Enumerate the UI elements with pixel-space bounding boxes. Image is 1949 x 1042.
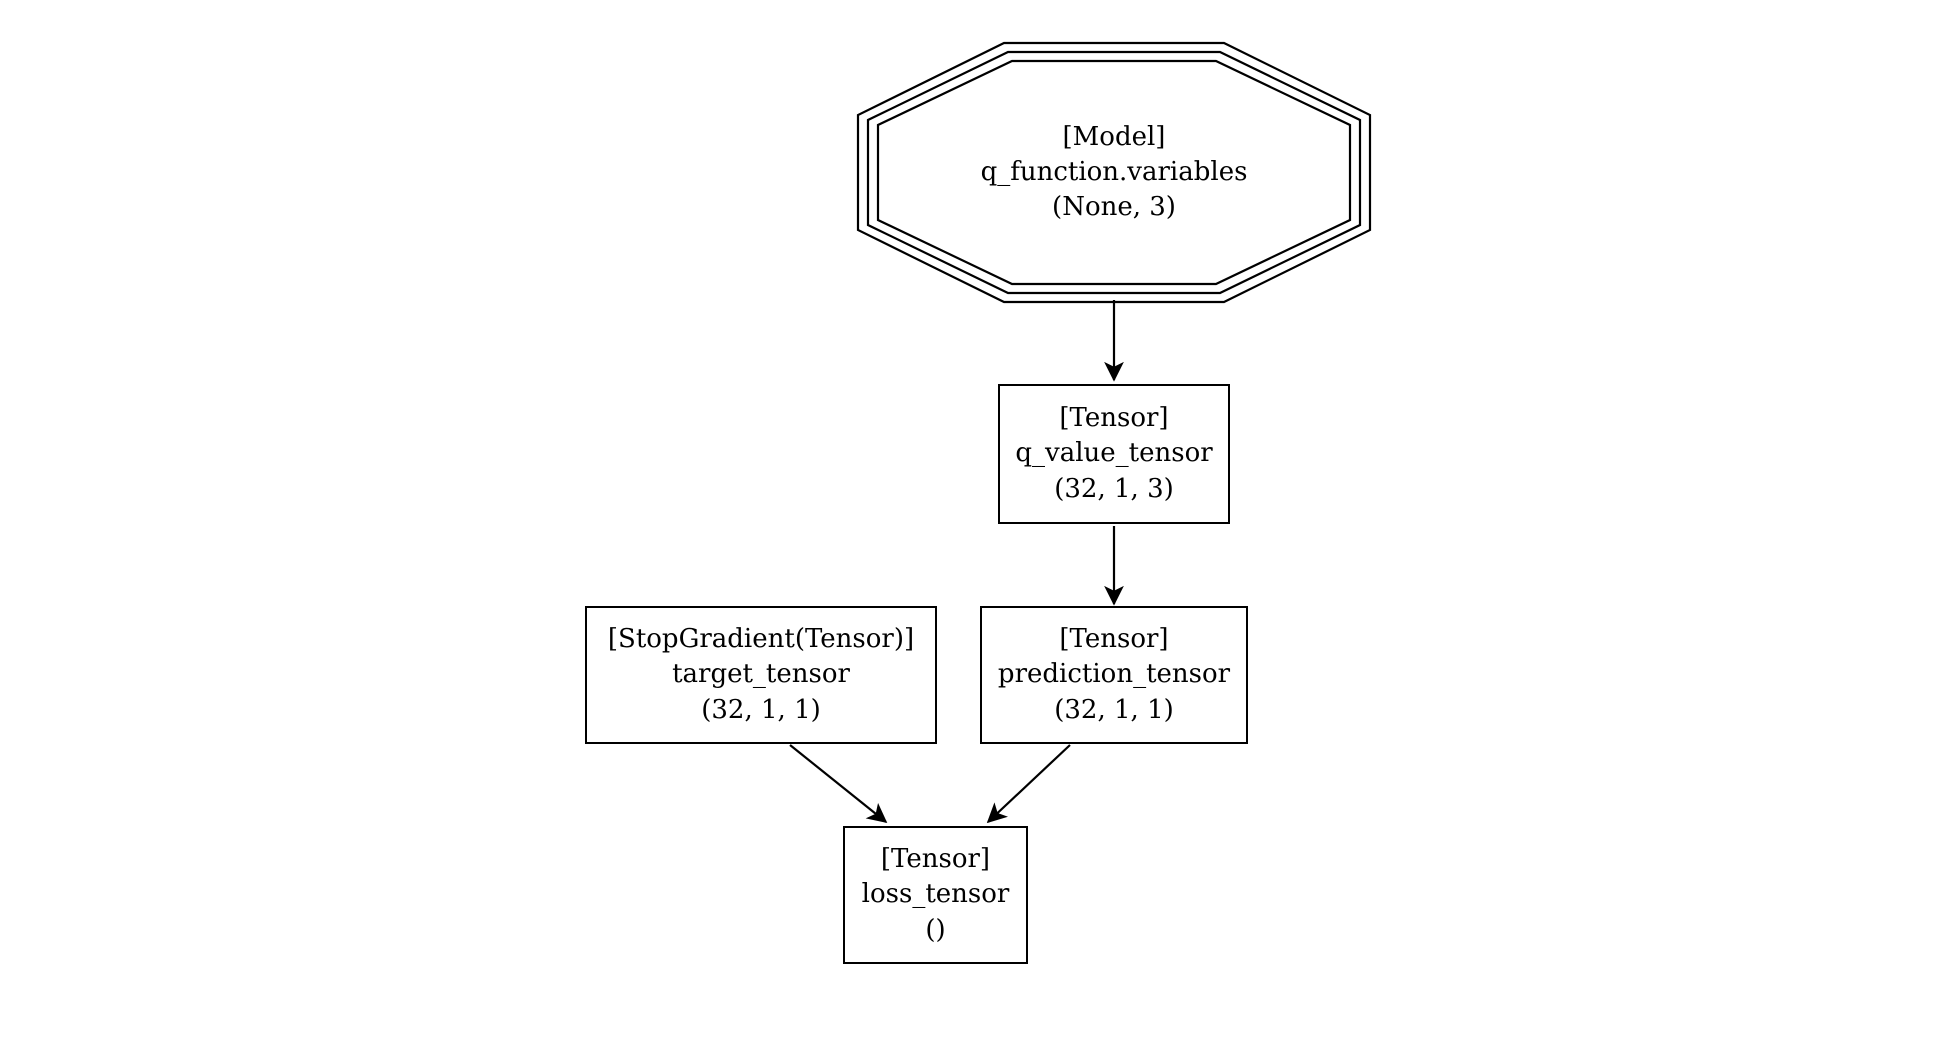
node-model-name: q_function.variables — [981, 155, 1248, 190]
node-loss-name: loss_tensor — [862, 877, 1010, 912]
node-target-shape: (32, 1, 1) — [701, 693, 821, 728]
node-target-kind: [StopGradient(Tensor)] — [608, 622, 914, 657]
node-prediction-kind: [Tensor] — [1059, 622, 1168, 657]
node-target: [StopGradient(Tensor)] target_tensor (32… — [585, 606, 937, 744]
node-q-value: [Tensor] q_value_tensor (32, 1, 3) — [998, 384, 1230, 524]
node-loss-shape: () — [925, 913, 945, 948]
node-model-label: [Model] q_function.variables (None, 3) — [854, 40, 1374, 305]
diagram-canvas: [Model] q_function.variables (None, 3) [… — [0, 0, 1949, 1042]
node-q-value-shape: (32, 1, 3) — [1054, 472, 1174, 507]
node-target-name: target_tensor — [672, 657, 850, 692]
node-prediction: [Tensor] prediction_tensor (32, 1, 1) — [980, 606, 1248, 744]
node-model-kind: [Model] — [1063, 120, 1166, 155]
node-prediction-name: prediction_tensor — [998, 657, 1230, 692]
node-q-value-name: q_value_tensor — [1015, 436, 1212, 471]
node-model-shape: (None, 3) — [1052, 190, 1176, 225]
node-loss-kind: [Tensor] — [881, 842, 990, 877]
node-loss: [Tensor] loss_tensor () — [843, 826, 1028, 964]
edge-target-to-loss — [790, 745, 886, 822]
node-q-value-kind: [Tensor] — [1059, 401, 1168, 436]
node-prediction-shape: (32, 1, 1) — [1054, 693, 1174, 728]
node-model: [Model] q_function.variables (None, 3) — [854, 40, 1374, 305]
edge-prediction-to-loss — [988, 745, 1070, 822]
